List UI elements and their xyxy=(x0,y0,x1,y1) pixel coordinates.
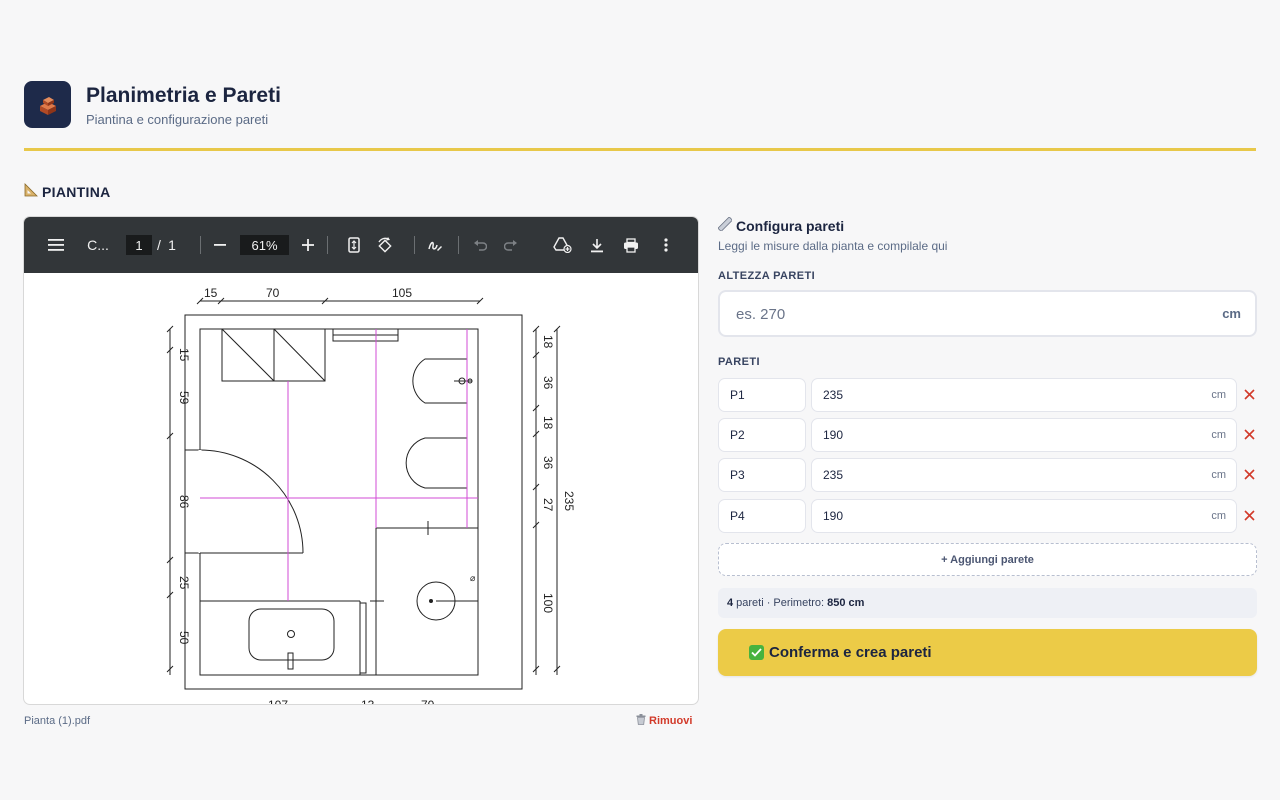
floor-plan-drawing: ⌀ 15 70 105 15 59 86 25 50 18 36 18 36 2… xyxy=(166,286,576,704)
print-icon[interactable] xyxy=(622,234,640,256)
undo-icon[interactable] xyxy=(472,234,488,256)
delete-wall-icon[interactable] xyxy=(1242,466,1256,482)
dim-left-0: 15 xyxy=(177,348,191,362)
ruler-icon xyxy=(717,216,733,234)
page-total: 1 xyxy=(168,237,176,253)
dim-right-4: 27 xyxy=(541,498,555,512)
wall-length-input[interactable]: 190 cm xyxy=(811,499,1237,533)
toolbar-divider xyxy=(414,236,415,254)
redo-icon[interactable] xyxy=(503,234,519,256)
delete-wall-icon[interactable] xyxy=(1242,426,1256,442)
config-title: Configura pareti xyxy=(717,216,845,234)
zoom-level-input[interactable]: 61% xyxy=(240,235,289,255)
dim-right-1: 36 xyxy=(541,376,555,390)
zoom-in-icon[interactable] xyxy=(300,234,316,256)
wall-length-input[interactable]: 235 cm xyxy=(811,378,1237,412)
height-field-label: ALTEZZA PARETI xyxy=(718,270,816,282)
config-title-label: Configura pareti xyxy=(736,217,845,234)
wall-length-input[interactable]: 190 cm xyxy=(811,418,1237,452)
page-title: Planimetria e Pareti xyxy=(86,84,281,107)
draw-annotation-icon[interactable] xyxy=(426,234,444,256)
dim-right-0: 18 xyxy=(541,335,555,349)
app-header: Planimetria e Pareti Piantina e configur… xyxy=(24,81,1256,151)
drive-add-icon[interactable] xyxy=(552,234,572,256)
dim-right-total: 235 xyxy=(562,491,576,511)
pdf-page: ⌀ 15 70 105 15 59 86 25 50 18 36 18 36 2… xyxy=(30,273,692,704)
svg-text:⌀: ⌀ xyxy=(470,573,476,583)
wall-row: P2 190 cm xyxy=(718,418,1257,452)
walls-count: 4 xyxy=(727,597,734,609)
walls-label: PARETI xyxy=(718,356,760,368)
wall-length-value: 190 xyxy=(823,509,844,523)
pdf-toolbar: C... 1 / 1 61% xyxy=(24,217,698,273)
dim-left-1: 59 xyxy=(177,391,191,405)
wall-length-value: 190 xyxy=(823,428,844,442)
download-icon[interactable] xyxy=(588,234,606,256)
dim-left-2: 86 xyxy=(177,495,191,509)
wall-length-input[interactable]: 235 cm xyxy=(811,458,1237,492)
toolbar-divider xyxy=(327,236,328,254)
wall-name-input[interactable]: P4 xyxy=(718,499,806,533)
dim-bottom-2: 70 xyxy=(421,698,435,704)
triangular-ruler-icon xyxy=(24,183,38,200)
height-input[interactable] xyxy=(736,304,1196,324)
page-subtitle: Piantina e configurazione pareti xyxy=(86,112,269,127)
dim-left-3: 25 xyxy=(177,576,191,590)
wall-name-input[interactable]: P2 xyxy=(718,418,806,452)
perimeter-label: Perimetro: xyxy=(773,597,825,609)
dim-left-4: 50 xyxy=(177,631,191,645)
perimeter-value: 850 cm xyxy=(827,597,865,609)
check-mark-icon xyxy=(749,645,764,660)
config-subtitle: Leggi le misure dalla pianta e compilale… xyxy=(718,239,948,253)
page-separator: / xyxy=(157,237,161,253)
menu-icon[interactable] xyxy=(46,234,66,256)
fit-page-icon[interactable] xyxy=(346,234,362,256)
add-wall-button[interactable]: + Aggiungi parete xyxy=(718,543,1257,576)
dim-bottom-0: 107 xyxy=(268,698,288,704)
walls-summary: 4 pareti · Perimetro: 850 cm xyxy=(718,588,1257,618)
wall-unit: cm xyxy=(1211,389,1226,401)
dim-right-2: 18 xyxy=(541,416,555,430)
pdf-viewer[interactable]: C... 1 / 1 61% ⌀ 15 70 105 15 59 86 25 5… xyxy=(24,217,698,704)
remove-file-button[interactable]: Rimuovi xyxy=(636,714,692,728)
wall-length-value: 235 xyxy=(823,468,844,482)
page-number-input[interactable]: 1 xyxy=(126,235,152,255)
dim-bottom-1: 13 xyxy=(361,698,375,704)
dim-right-3: 36 xyxy=(541,456,555,470)
toolbar-divider xyxy=(200,236,201,254)
wall-unit: cm xyxy=(1211,469,1226,481)
zoom-out-icon[interactable] xyxy=(212,234,228,256)
dim-top-0: 15 xyxy=(204,286,218,300)
wall-row: P3 235 cm xyxy=(718,458,1257,492)
wall-unit: cm xyxy=(1211,510,1226,522)
wall-unit: cm xyxy=(1211,429,1226,441)
plan-section-title: PIANTINA xyxy=(24,183,111,200)
trash-icon xyxy=(636,714,646,728)
confirm-label: Conferma e crea pareti xyxy=(769,644,932,661)
remove-file-label: Rimuovi xyxy=(649,715,693,727)
height-field: cm xyxy=(718,290,1257,337)
wall-row: P4 190 cm xyxy=(718,499,1257,533)
delete-wall-icon[interactable] xyxy=(1242,507,1256,523)
toolbar-divider xyxy=(458,236,459,254)
pdf-doc-title: C... xyxy=(87,237,109,253)
dim-top-1: 70 xyxy=(266,286,280,300)
more-options-icon[interactable] xyxy=(658,234,674,256)
walls-count-suffix: pareti · xyxy=(736,597,771,609)
delete-wall-icon[interactable] xyxy=(1242,386,1256,402)
rotate-icon[interactable] xyxy=(376,234,394,256)
wall-row: P1 235 cm xyxy=(718,378,1257,412)
dim-right-5: 100 xyxy=(541,593,555,613)
confirm-create-walls-button[interactable]: Conferma e crea pareti xyxy=(718,629,1257,676)
file-name: Pianta (1).pdf xyxy=(24,715,91,727)
wall-name-input[interactable]: P3 xyxy=(718,458,806,492)
plan-section-label: PIANTINA xyxy=(42,183,111,200)
wall-length-value: 235 xyxy=(823,388,844,402)
wall-name-input[interactable]: P1 xyxy=(718,378,806,412)
dim-top-2: 105 xyxy=(392,286,412,300)
height-unit: cm xyxy=(1222,306,1241,321)
brick-wall-icon xyxy=(24,81,71,128)
